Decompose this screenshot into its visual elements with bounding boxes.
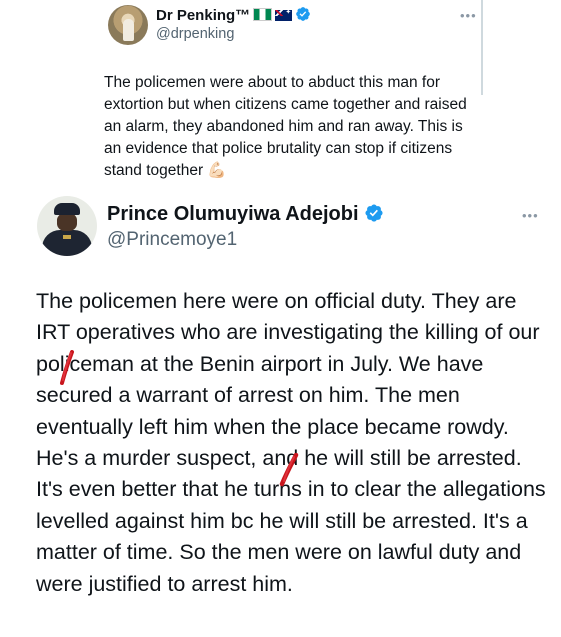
quoted-tweet-text: The policemen were about to abduct this … xyxy=(104,72,484,182)
main-author-name-row[interactable]: Prince Olumuyiwa Adejobi xyxy=(107,203,384,226)
quoted-tweet[interactable]: Dr Penking™ @drpenking ••• The policemen… xyxy=(0,0,561,190)
verified-badge-icon xyxy=(296,7,311,21)
quoted-author-avatar[interactable] xyxy=(108,5,148,45)
main-tweet-text: The policemen here were on official duty… xyxy=(36,289,546,596)
nigeria-flag-icon xyxy=(253,8,273,21)
verified-badge-icon xyxy=(365,204,383,222)
red-annotation-mark-killing xyxy=(60,350,74,385)
australia-flag-icon xyxy=(275,8,293,21)
main-author-name[interactable]: Prince Olumuyiwa Adejobi xyxy=(107,203,359,225)
main-author-avatar[interactable] xyxy=(37,196,97,256)
quoted-author-name[interactable]: Dr Penking™ xyxy=(156,7,250,24)
flexed-biceps-emoji: 💪🏻 xyxy=(207,162,227,179)
quoted-more-icon[interactable]: ••• xyxy=(460,8,477,23)
quoted-author-handle[interactable]: @drpenking xyxy=(156,26,234,42)
quoted-author-name-row[interactable]: Dr Penking™ xyxy=(156,6,311,24)
red-annotation-mark-murder xyxy=(279,453,299,487)
main-more-icon[interactable]: ••• xyxy=(522,208,539,223)
main-author-handle[interactable]: @Princemoye1 xyxy=(107,229,237,251)
quoted-tweet-body: The policemen were about to abduct this … xyxy=(104,74,467,179)
